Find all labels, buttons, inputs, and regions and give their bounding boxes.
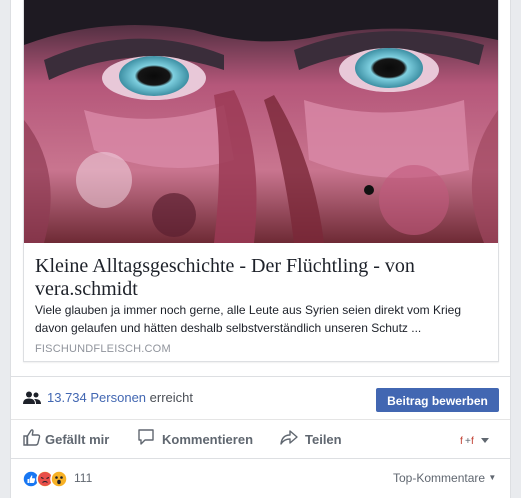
share-arrow-icon xyxy=(280,430,298,445)
link-preview[interactable]: Kleine Alltagsgeschichte - Der Flüchtlin… xyxy=(23,0,499,362)
action-bar: Gefällt mir Kommentieren Teilen f + f xyxy=(11,420,510,458)
link-preview-image[interactable] xyxy=(24,0,498,243)
like-button[interactable]: Gefällt mir xyxy=(23,428,123,450)
people-icon xyxy=(23,391,41,404)
reach-row: 13.734 Personen erreicht Beitrag bewerbe… xyxy=(11,376,510,420)
reach-count-link[interactable]: 13.734 Personen xyxy=(47,390,146,405)
like-label: Gefällt mir xyxy=(45,432,110,447)
share-label: Teilen xyxy=(305,432,342,447)
svg-text:f: f xyxy=(471,436,474,447)
share-button[interactable]: Teilen xyxy=(280,428,360,450)
reach-suffix: erreicht xyxy=(149,390,194,405)
link-domain: FISCHUNDFLEISCH.COM xyxy=(35,343,171,355)
link-preview-body: Kleine Alltagsgeschichte - Der Flüchtlin… xyxy=(24,243,498,361)
page-avatar-dropdown-icon: f + f xyxy=(460,436,489,447)
reaction-count[interactable]: 111 xyxy=(74,471,92,485)
post-as-selector[interactable]: f + f xyxy=(459,432,495,448)
comment-button[interactable]: Kommentieren xyxy=(137,428,267,450)
comment-sort-dropdown[interactable]: Top-Kommentare ▼ xyxy=(393,471,496,485)
reaction-icons[interactable] xyxy=(23,470,73,488)
reactions-row: 111 Top-Kommentare ▼ xyxy=(11,458,510,498)
link-title[interactable]: Kleine Alltagsgeschichte - Der Flüchtlin… xyxy=(35,255,475,301)
reach-text: 13.734 Personen erreicht xyxy=(47,390,193,405)
thumbs-up-icon xyxy=(23,429,41,446)
comment-label: Kommentieren xyxy=(162,432,254,447)
chevron-down-icon: ▼ xyxy=(488,473,497,482)
comment-sort-label: Top-Kommentare xyxy=(393,471,486,485)
comment-bubble-icon xyxy=(138,429,154,445)
link-description: Viele glauben ja immer noch gerne, alle … xyxy=(35,303,462,335)
posterized-eyes-image xyxy=(24,0,498,243)
promote-post-button[interactable]: Beitrag bewerben xyxy=(376,388,499,412)
svg-text:f: f xyxy=(460,436,463,447)
post-card: Kleine Alltagsgeschichte - Der Flüchtlin… xyxy=(10,0,511,498)
